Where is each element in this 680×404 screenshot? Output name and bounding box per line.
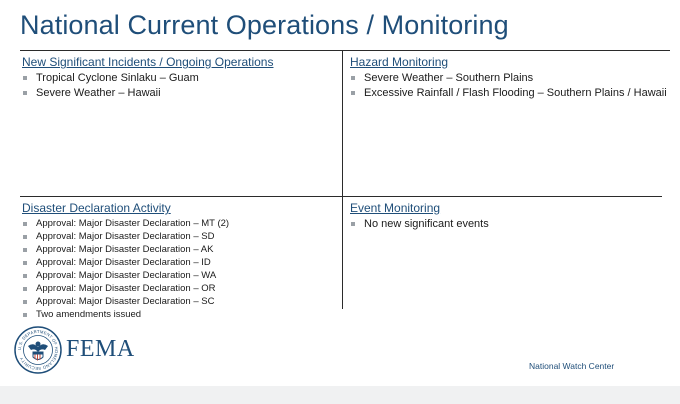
event-list: No new significant events	[350, 217, 668, 232]
bullet-icon	[23, 299, 27, 304]
list-item-text: Excessive Rainfall / Flash Flooding – So…	[364, 87, 667, 99]
list-item-text: Approval: Major Disaster Declaration – I…	[36, 257, 211, 268]
hazard-heading: Hazard Monitoring	[350, 55, 449, 69]
list-item-text: Severe Weather – Hawaii	[36, 87, 161, 99]
list-item-text: Approval: Major Disaster Declaration – O…	[36, 283, 216, 294]
list-item: Approval: Major Disaster Declaration – S…	[22, 230, 337, 243]
list-item: Approval: Major Disaster Declaration – O…	[22, 282, 337, 295]
bullet-icon	[351, 222, 355, 226]
bullet-icon	[23, 312, 27, 317]
list-item-text: Approval: Major Disaster Declaration – A…	[36, 244, 214, 255]
incidents-list: Tropical Cyclone Sinlaku – Guam Severe W…	[22, 71, 337, 101]
list-item: Approval: Major Disaster Declaration – M…	[22, 217, 337, 230]
list-item-text: No new significant events	[364, 218, 489, 230]
bullet-icon	[23, 221, 27, 226]
list-item-text: Tropical Cyclone Sinlaku – Guam	[36, 72, 199, 84]
list-item: Approval: Major Disaster Declaration – A…	[22, 243, 337, 256]
list-item: Tropical Cyclone Sinlaku – Guam	[22, 71, 337, 86]
list-item: Approval: Major Disaster Declaration – S…	[22, 295, 337, 308]
bullet-icon	[351, 91, 355, 95]
vertical-divider	[342, 51, 343, 309]
page-title: National Current Operations / Monitoring	[20, 10, 509, 40]
list-item-text: Approval: Major Disaster Declaration – M…	[36, 218, 230, 229]
disaster-list: Approval: Major Disaster Declaration – M…	[22, 217, 337, 321]
bullet-icon	[23, 247, 27, 252]
incidents-panel: New Significant Incidents / Ongoing Oper…	[22, 55, 337, 101]
disaster-panel: Disaster Declaration Activity Approval: …	[22, 201, 337, 321]
list-item-text: Two amendments issued	[36, 309, 142, 320]
list-item-text: Approval: Major Disaster Declaration – W…	[36, 270, 217, 281]
dhs-seal-icon: U.S. DEPARTMENT OF HOMELAND SECURITY	[14, 326, 62, 374]
bullet-icon	[351, 76, 355, 80]
hazard-list: Severe Weather – Southern Plains Excessi…	[350, 71, 668, 101]
bullet-icon	[23, 260, 27, 265]
event-panel: Event Monitoring No new significant even…	[350, 201, 668, 232]
incidents-heading: New Significant Incidents / Ongoing Oper…	[22, 55, 274, 69]
event-heading: Event Monitoring	[350, 201, 441, 215]
footer-label: National Watch Center	[529, 361, 615, 371]
disaster-heading: Disaster Declaration Activity	[22, 201, 171, 215]
horizontal-divider	[20, 196, 662, 197]
list-item: Approval: Major Disaster Declaration – I…	[22, 256, 337, 269]
bullet-icon	[23, 286, 27, 291]
hazard-panel: Hazard Monitoring Severe Weather – South…	[350, 55, 668, 101]
header-divider	[20, 50, 670, 51]
list-item-text: Severe Weather – Southern Plains	[364, 72, 534, 84]
fema-logo: FEMA	[66, 336, 135, 362]
list-item-text: Approval: Major Disaster Declaration – S…	[36, 296, 215, 307]
bullet-icon	[23, 234, 27, 239]
list-item: Severe Weather – Hawaii	[22, 86, 337, 101]
bullet-icon	[23, 91, 27, 95]
bullet-icon	[23, 273, 27, 278]
bullet-icon	[23, 76, 27, 80]
list-item: Approval: Major Disaster Declaration – W…	[22, 269, 337, 282]
list-item: Two amendments issued	[22, 308, 337, 321]
footer-band	[0, 386, 680, 404]
list-item: No new significant events	[350, 217, 668, 232]
list-item: Excessive Rainfall / Flash Flooding – So…	[350, 86, 668, 101]
list-item: Severe Weather – Southern Plains	[350, 71, 668, 86]
list-item-text: Approval: Major Disaster Declaration – S…	[36, 231, 215, 242]
